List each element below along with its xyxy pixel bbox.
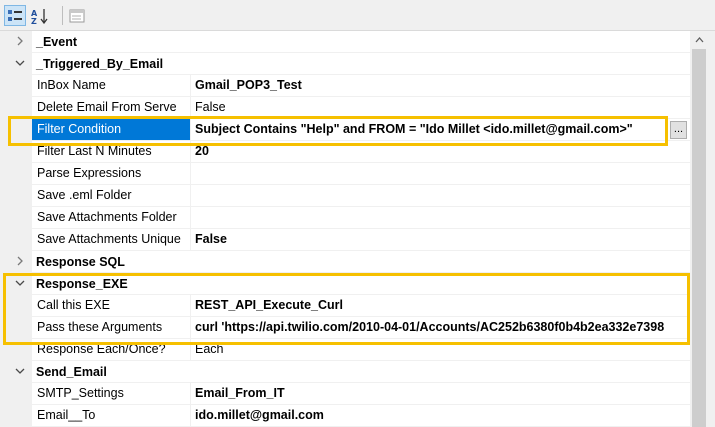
property-value[interactable]: False [192,229,690,250]
svg-text:Z: Z [31,17,37,24]
chevron-right-icon[interactable] [14,35,26,47]
row-gutter [0,317,32,339]
row-gutter [0,53,32,75]
scroll-up-button[interactable] [690,31,708,48]
chevron-down-icon[interactable] [14,277,26,289]
property-value[interactable] [192,163,690,184]
row-gutter [0,229,32,251]
property-value[interactable]: Each [192,339,690,360]
property-value[interactable]: REST_API_Execute_Curl [192,295,690,316]
row-gutter [0,119,32,141]
property-name: Save .eml Folder [32,185,191,206]
category-event[interactable]: _Event [0,31,690,53]
property-row-save-attachments-unique[interactable]: Save Attachments Unique False [0,229,690,251]
row-gutter [0,75,32,97]
row-gutter [0,207,32,229]
property-value[interactable] [192,207,690,228]
property-grid: _Event _Triggered_By_Email InBox Name Gm… [0,31,690,427]
property-row-save-attachments-folder[interactable]: Save Attachments Folder [0,207,690,229]
property-value[interactable]: curl 'https://api.twilio.com/2010-04-01/… [192,317,690,338]
property-name: Filter Condition [32,119,191,140]
property-name: Filter Last N Minutes [32,141,191,162]
property-row-email-to[interactable]: Email__To ido.millet@gmail.com [0,405,690,427]
row-gutter [0,97,32,119]
property-row-filter-last-n[interactable]: Filter Last N Minutes 20 [0,141,690,163]
property-row-call-exe[interactable]: Call this EXE REST_API_Execute_Curl [0,295,690,317]
category-response-sql[interactable]: Response SQL [0,251,690,273]
scrollbar-thumb[interactable] [692,49,706,427]
category-label: Response_EXE [36,277,128,291]
property-value[interactable]: Subject Contains "Help" and FROM = "Ido … [192,119,668,140]
property-value[interactable]: Email_From_IT [192,383,690,404]
row-gutter [0,383,32,405]
property-value[interactable]: ido.millet@gmail.com [192,405,690,426]
row-gutter [0,405,32,427]
alphabetical-sort-button[interactable]: A Z [29,5,51,26]
property-name: InBox Name [32,75,191,96]
window-edge [708,31,715,427]
category-label: _Triggered_By_Email [36,57,164,71]
property-value[interactable]: False [192,97,690,118]
property-row-save-eml[interactable]: Save .eml Folder [0,185,690,207]
row-gutter [0,339,32,361]
toolbar-separator [62,6,63,25]
property-grid-toolbar: A Z [0,0,715,31]
filter-condition-edit-button[interactable]: ... [670,121,687,139]
property-pages-icon [69,9,85,22]
row-gutter [0,273,32,295]
categorized-view-icon [8,9,22,21]
row-gutter [0,251,32,273]
property-name: Save Attachments Unique [32,229,191,250]
property-value[interactable]: Gmail_POP3_Test [192,75,690,96]
property-name: Delete Email From Serve [32,97,191,118]
property-value[interactable] [192,185,690,206]
property-name: Response Each/Once? [32,339,191,360]
property-name: Pass these Arguments [32,317,191,338]
category-label: Send_Email [36,365,107,379]
property-value[interactable]: 20 [192,141,690,162]
property-row-parse-expressions[interactable]: Parse Expressions [0,163,690,185]
category-label: Response SQL [36,255,125,269]
category-send-email[interactable]: Send_Email [0,361,690,383]
property-row-delete-email[interactable]: Delete Email From Serve False [0,97,690,119]
property-row-response-each[interactable]: Response Each/Once? Each [0,339,690,361]
category-triggered-by-email[interactable]: _Triggered_By_Email [0,53,690,75]
category-label: _Event [36,35,77,49]
category-response-exe[interactable]: Response_EXE [0,273,690,295]
row-gutter [0,31,32,53]
property-name: Parse Expressions [32,163,191,184]
row-gutter [0,295,32,317]
property-name: SMTP_Settings [32,383,191,404]
chevron-up-icon [695,36,703,42]
property-name: Save Attachments Folder [32,207,191,228]
row-gutter [0,361,32,383]
chevron-down-icon[interactable] [14,57,26,69]
vertical-scrollbar[interactable] [690,31,708,427]
property-name: Call this EXE [32,295,191,316]
property-name: Email__To [32,405,191,426]
property-row-filter-condition[interactable]: Filter Condition Subject Contains "Help"… [0,119,690,141]
property-pages-button[interactable] [66,5,88,26]
row-gutter [0,185,32,207]
alphabetical-sort-icon: A Z [31,8,48,24]
chevron-down-icon[interactable] [14,365,26,377]
property-row-pass-arguments[interactable]: Pass these Arguments curl 'https://api.t… [0,317,690,339]
categorized-view-button[interactable] [4,5,26,26]
row-gutter [0,163,32,185]
property-row-inbox-name[interactable]: InBox Name Gmail_POP3_Test [0,75,690,97]
property-row-smtp-settings[interactable]: SMTP_Settings Email_From_IT [0,383,690,405]
row-gutter [0,141,32,163]
chevron-right-icon[interactable] [14,255,26,267]
